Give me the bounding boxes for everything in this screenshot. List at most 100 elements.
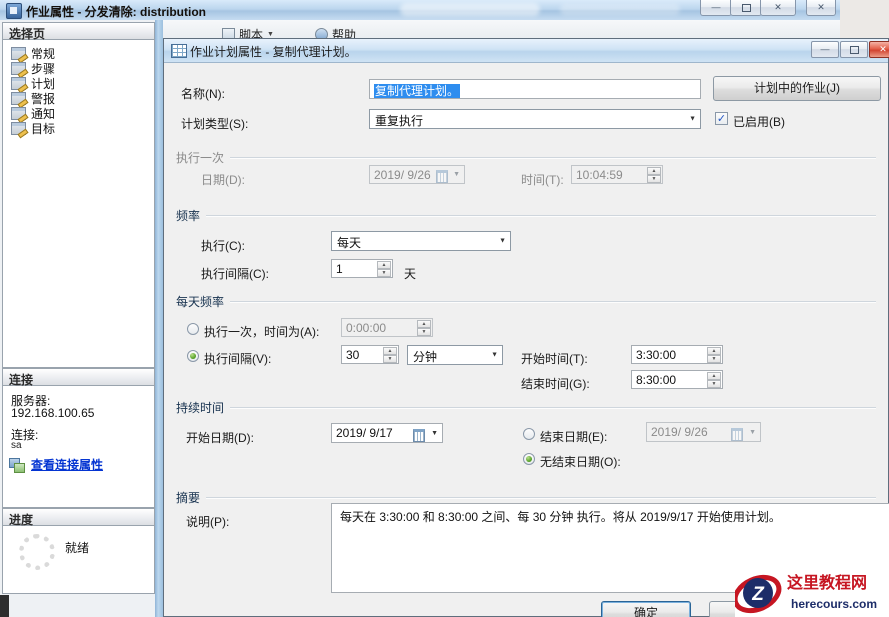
enabled-checkbox-label: 已启用(B) [733,115,785,129]
once-time-spinner: 10:04:59 ▲ ▼ [571,165,663,184]
occurs-once-time-spinner: 0:00:00 ▲ ▼ [341,318,433,337]
screenshot-root: 作业属性 - 分发清除: distribution — ✕ ✕ 脚本 ▼ 帮助 … [0,0,889,617]
group-execute-once: 执行一次 [176,149,876,166]
date-label: 日期(D): [201,173,245,187]
minimize-button[interactable]: — [700,0,732,16]
window-edge-strip [155,20,163,617]
description-label: 说明(P): [186,515,230,529]
group-frequency: 频率 [176,207,876,224]
sidebar-item-alerts[interactable]: 警报 [11,91,141,106]
occurs-every-spinner[interactable]: 30 ▲ ▼ [341,345,399,364]
sidebar-item-steps[interactable]: 步骤 [11,61,141,76]
start-time-spinner[interactable]: 3:30:00 ▲ ▼ [631,345,723,364]
spin-down-icon: ▼ [707,355,721,363]
dialog-minimize-button[interactable]: — [811,41,839,58]
progress-status: 就绪 [65,541,90,555]
spin-down-icon: ▼ [707,380,721,388]
dialog-icon [171,44,187,58]
view-connection-properties-link[interactable]: 查看连接属性 [31,456,103,473]
background-window-close-button[interactable]: ✕ [806,0,836,16]
no-end-date-label: 无结束日期(O): [540,455,621,469]
group-daily-frequency: 每天频率 [176,293,876,310]
spinner-arrows: ▲ ▼ [647,167,661,183]
occurs-once-label: 执行一次，时间为(A): [204,325,320,339]
name-label: 名称(N): [181,87,225,101]
end-date-picker: 2019/ 9/26 ▼ [646,422,761,442]
spin-up-icon: ▲ [377,261,391,269]
sidebar-pages-panel: 常规 步骤 计划 警报 通知 目标 [2,40,155,368]
spinner-arrows[interactable]: ▲ ▼ [707,372,721,388]
enabled-checkbox[interactable]: ✓ [715,112,728,125]
calendar-icon [731,427,743,441]
spin-up-icon: ▲ [647,167,661,175]
close-button[interactable]: ✕ [760,0,796,16]
spinner-arrows[interactable]: ▲ ▼ [383,347,397,363]
sidebar-pages-header: 选择页 [2,22,155,41]
calendar-icon [436,169,448,183]
progress-spinner-icon [19,534,55,570]
watermark-line1: 这里教程网 [787,573,867,592]
start-date-value: 2019/ 9/17 [336,426,393,440]
occurs-every-radio[interactable] [187,350,199,362]
once-date-value: 2019/ 9/26 [374,168,431,182]
maximize-button[interactable] [730,0,762,16]
once-time-value: 10:04:59 [576,168,623,182]
spin-down-icon: ▼ [417,328,431,336]
sidebar-item-general[interactable]: 常规 [11,46,141,61]
end-time-spinner[interactable]: 8:30:00 ▲ ▼ [631,370,723,389]
dialog-maximize-button[interactable] [840,41,868,58]
chevron-down-icon: ▼ [749,429,756,436]
sidebar-connection-panel: 服务器: 192.168.100.65 连接: sa 查看连接属性 [2,386,155,508]
name-input[interactable]: 复制代理计划。 [369,79,701,99]
jobs-in-schedule-button[interactable]: 计划中的作业(J) [713,76,881,101]
chevron-down-icon: ▼ [267,31,274,38]
no-end-date-radio[interactable] [523,453,535,465]
dialog-close-button[interactable]: ✕ [869,41,889,58]
watermark-line2: herecours.com [791,597,877,611]
end-date-label: 结束日期(E): [540,430,608,444]
sidebar-item-notifications[interactable]: 通知 [11,106,141,121]
sidebar-item-schedules[interactable]: 计划 [11,76,141,91]
schedule-type-select[interactable]: 重复执行 ▼ [369,109,701,129]
start-time-label: 开始时间(T): [521,352,588,366]
recurs-every-spinner[interactable]: 1 ▲ ▼ [331,259,393,278]
spin-down-icon: ▼ [383,355,397,363]
occurs-select[interactable]: 每天 ▼ [331,231,511,251]
occurs-label: 执行(C): [201,239,245,253]
main-window-title: 作业属性 - 分发清除: distribution [26,5,206,19]
spinner-arrows: ▲ ▼ [417,320,431,336]
dialog-title: 作业计划属性 - 复制代理计划。 [190,45,357,59]
spin-up-icon: ▲ [417,320,431,328]
end-date-radio[interactable] [523,428,535,440]
start-time-value: 3:30:00 [636,348,677,362]
group-title: 摘要 [176,491,201,505]
occurs-every-label: 执行间隔(V): [204,352,272,366]
occurs-every-unit-value: 分钟 [413,350,438,364]
chevron-down-icon: ▼ [491,351,498,359]
sidebar-item-targets[interactable]: 目标 [11,121,141,136]
start-date-picker[interactable]: 2019/ 9/17 ▼ [331,423,443,443]
view-connection-properties[interactable]: 查看连接属性 [9,456,103,473]
sidebar-progress-panel: 就绪 [2,526,155,594]
connection-value: sa [11,440,22,451]
maximize-icon [849,46,859,54]
group-title: 频率 [176,209,201,223]
recurs-every-unit: 天 [404,267,417,281]
chevron-down-icon: ▼ [453,171,460,178]
page-icon [11,92,26,105]
spinner-arrows[interactable]: ▲ ▼ [707,347,721,363]
end-time-value: 8:30:00 [636,373,677,387]
ok-button[interactable]: 确定 [601,601,691,617]
occurs-every-unit-select[interactable]: 分钟 ▼ [407,345,503,365]
watermark: Z 这里教程网 herecours.com [732,570,889,617]
occurs-value: 每天 [337,236,362,250]
time-label: 时间(T): [521,173,564,187]
end-date-value: 2019/ 9/26 [651,425,708,439]
occurs-every-value: 30 [346,348,360,362]
spinner-arrows[interactable]: ▲ ▼ [377,261,391,277]
description-text: 每天在 3:30:00 和 8:30:00 之间、每 30 分钟 执行。将从 2… [340,510,781,524]
server-value: 192.168.100.65 [11,406,95,420]
occurs-once-radio[interactable] [187,323,199,335]
spin-up-icon: ▲ [707,372,721,380]
page-icon [11,77,26,90]
